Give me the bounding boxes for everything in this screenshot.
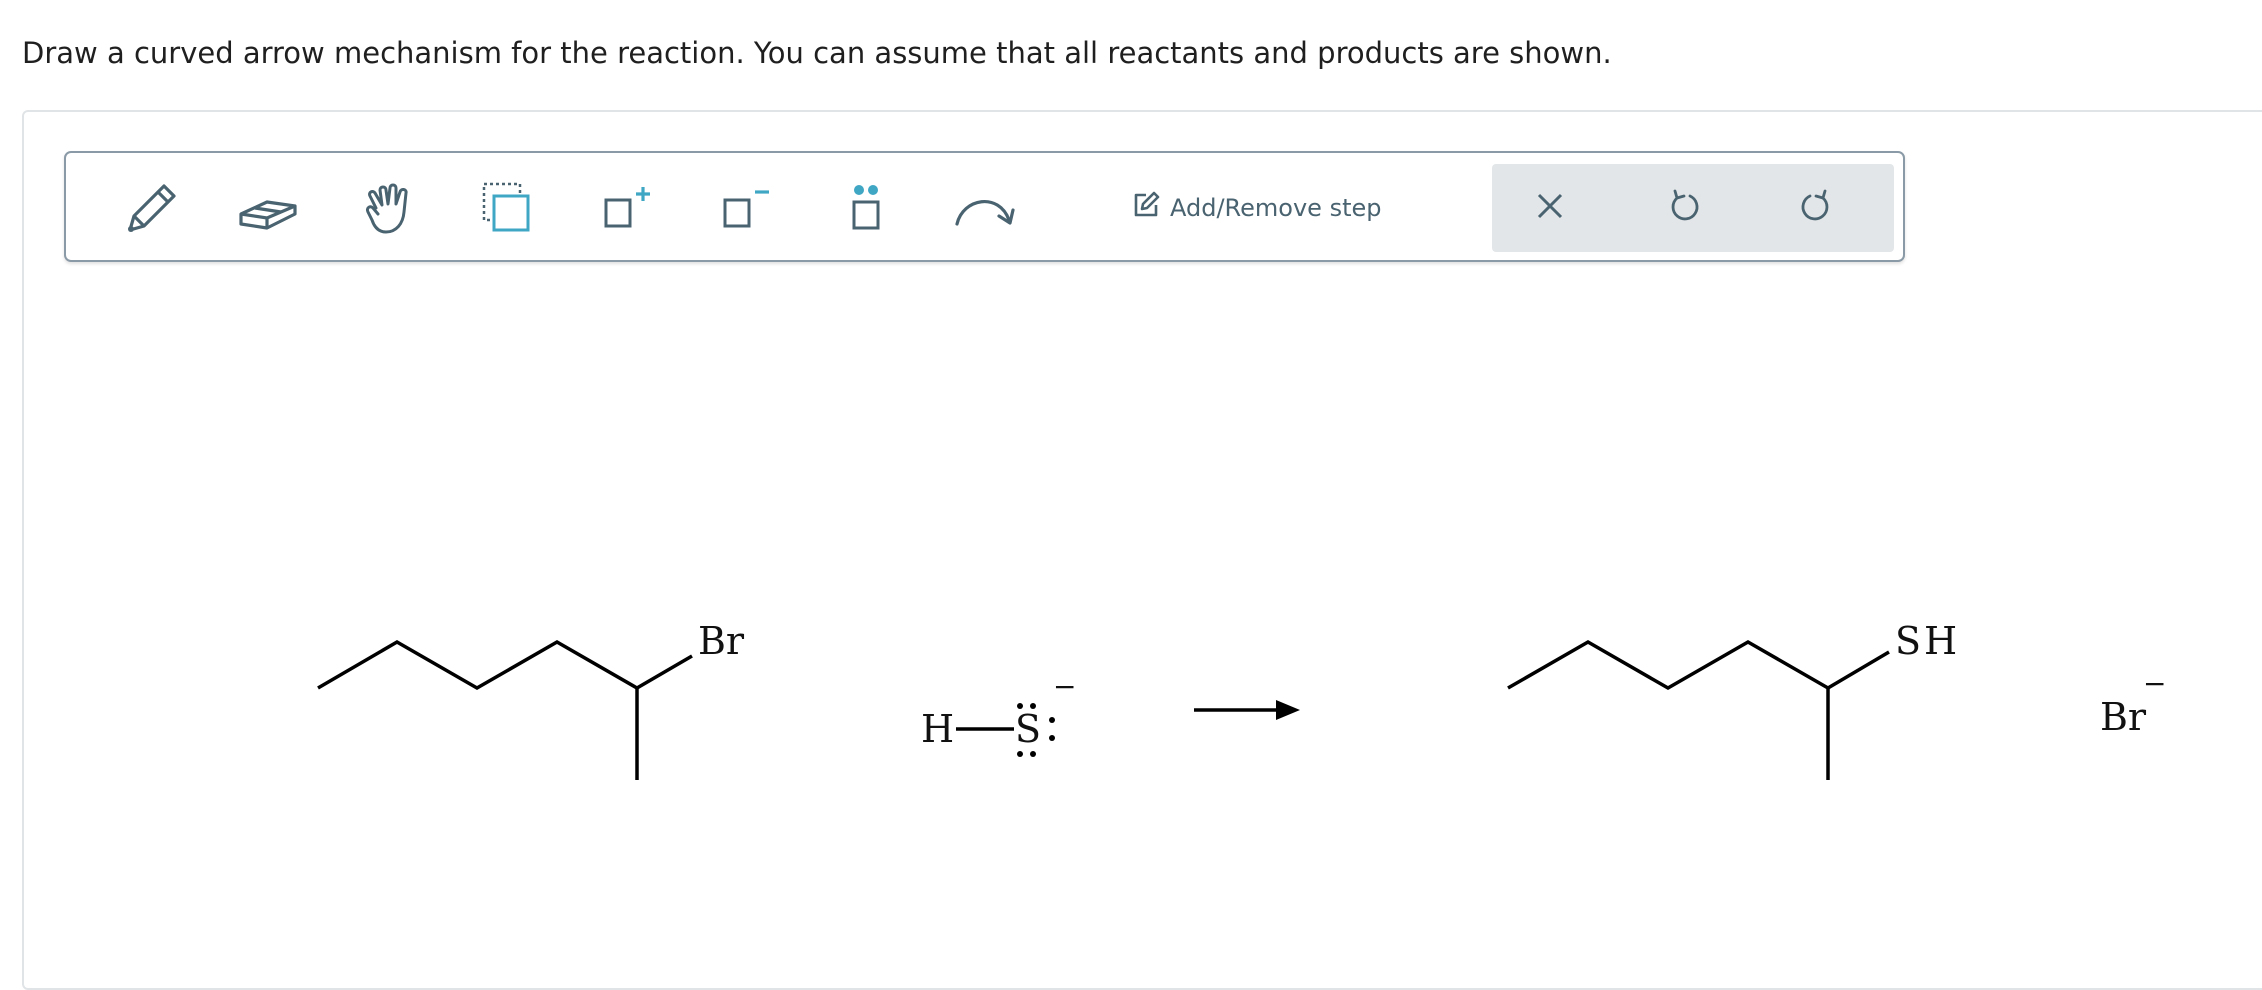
undo-icon <box>1666 188 1702 228</box>
negative-charge-icon <box>717 178 777 238</box>
hand-tool[interactable] <box>346 166 430 250</box>
lone-pair-icon <box>836 178 896 238</box>
eraser-tool[interactable] <box>227 166 311 250</box>
curved-arrow-tool[interactable] <box>943 166 1027 250</box>
question-text: Draw a curved arrow mechanism for the re… <box>22 36 1612 70</box>
undo-button[interactable] <box>1652 176 1716 240</box>
redo-icon <box>1798 188 1834 228</box>
pencil-tool[interactable] <box>108 166 192 250</box>
add-remove-step-button[interactable]: Add/Remove step <box>1132 183 1382 233</box>
close-icon <box>1533 189 1567 227</box>
marquee-select-icon <box>478 178 538 238</box>
select-tool[interactable] <box>466 166 550 250</box>
positive-charge-icon <box>598 178 658 238</box>
clear-button[interactable] <box>1518 176 1582 240</box>
action-group <box>1492 164 1894 252</box>
negative-charge-tool[interactable] <box>705 166 789 250</box>
hand-icon <box>358 178 418 238</box>
redo-button[interactable] <box>1784 176 1848 240</box>
toolbar: Add/Remove step <box>64 151 1905 262</box>
add-remove-step-label: Add/Remove step <box>1170 194 1382 222</box>
eraser-icon <box>237 178 301 238</box>
lone-pair-tool[interactable] <box>824 166 908 250</box>
positive-charge-tool[interactable] <box>586 166 670 250</box>
curved-arrow-icon <box>953 178 1017 238</box>
pencil-icon <box>120 178 180 238</box>
edit-icon <box>1132 191 1160 225</box>
